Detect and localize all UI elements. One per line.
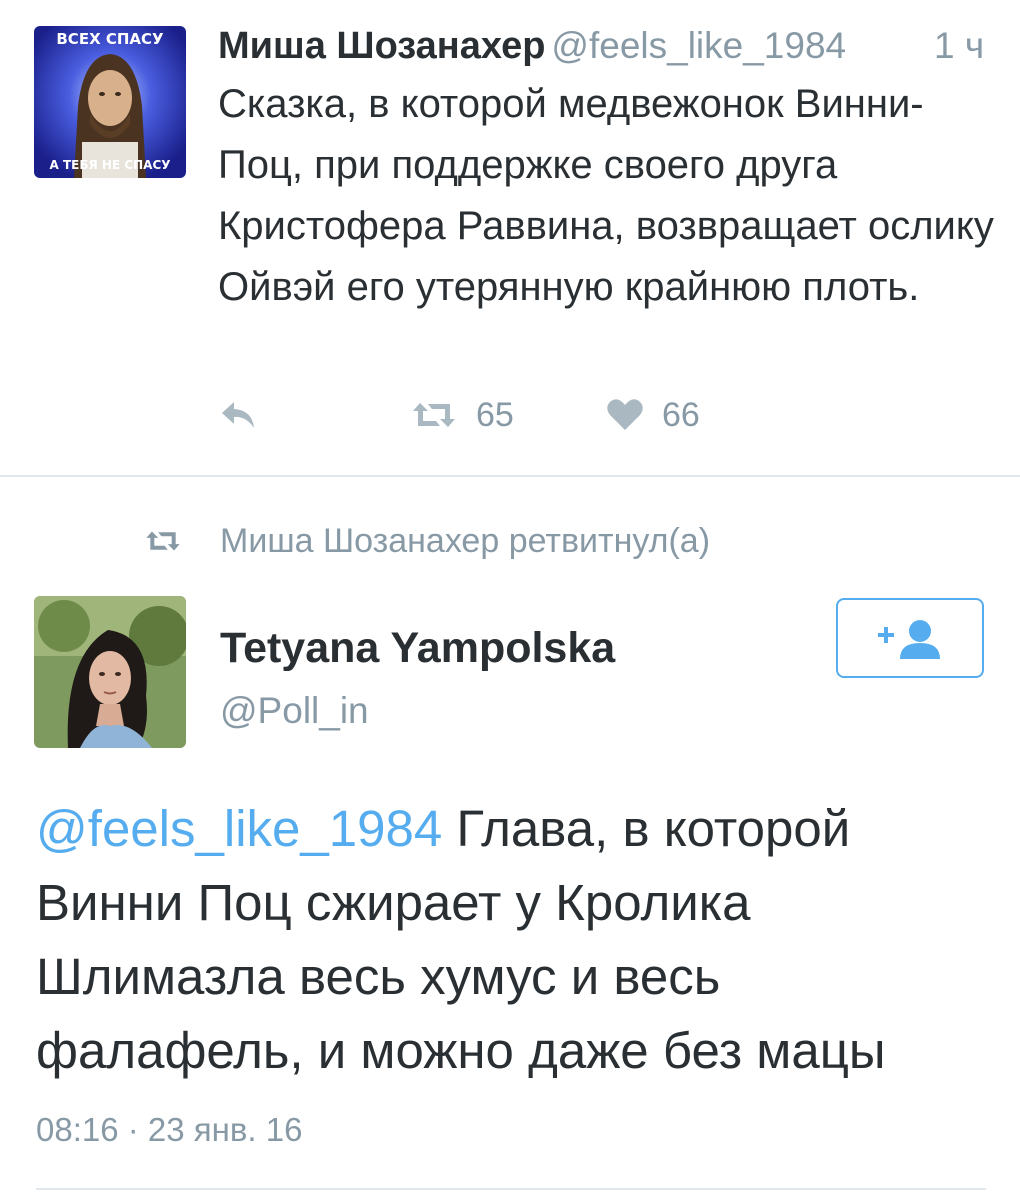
retweet-count: 65 bbox=[476, 395, 514, 434]
author-handle[interactable]: @Poll_in bbox=[220, 686, 369, 736]
author-name[interactable]: Миша Шозанахер bbox=[218, 25, 545, 67]
avatar-caption-bottom: А ТЕБЯ НЕ СПАСУ bbox=[49, 158, 171, 172]
like-count: 66 bbox=[662, 395, 700, 434]
heart-icon bbox=[607, 399, 643, 430]
tweet-divider bbox=[0, 475, 1020, 477]
mention-link[interactable]: @feels_like_1984 bbox=[36, 800, 442, 857]
avatar-image bbox=[34, 596, 186, 748]
retweet-icon bbox=[413, 403, 455, 427]
avatar-misha[interactable]: ВСЕХ СПАСУ А ТЕБЯ НЕ СПАСУ bbox=[34, 26, 186, 178]
avatar-image bbox=[34, 26, 186, 178]
retweet-icon bbox=[146, 531, 180, 551]
tweet-text: @feels_like_1984 Глава, в которой Винни … bbox=[36, 792, 996, 1088]
reply-button[interactable] bbox=[218, 390, 258, 440]
tweet-time[interactable]: 1 ч bbox=[934, 22, 984, 70]
tweet-timestamp[interactable]: 08:16 · 23 янв. 16 bbox=[36, 1108, 302, 1152]
retweet-context-text: Миша Шозанахер ретвитнул(а) bbox=[220, 521, 711, 560]
retweet-context[interactable]: Миша Шозанахер ретвитнул(а) bbox=[144, 516, 710, 566]
tweet-header: Миша Шозанахер @feels_like_1984 bbox=[218, 22, 846, 70]
reply-icon bbox=[222, 402, 254, 428]
tweet-actions: 65 66 bbox=[218, 390, 778, 440]
author-name[interactable]: Tetyana Yampolska bbox=[220, 620, 615, 676]
like-button[interactable]: 66 bbox=[606, 390, 700, 440]
author-handle[interactable]: @feels_like_1984 bbox=[551, 25, 846, 66]
avatar-caption-top: ВСЕХ СПАСУ bbox=[56, 30, 164, 48]
follow-user-icon bbox=[878, 620, 940, 659]
retweet-button[interactable]: 65 bbox=[410, 390, 514, 440]
tweet-divider bbox=[36, 1188, 986, 1190]
tweet-first[interactable]: ВСЕХ СПАСУ А ТЕБЯ НЕ СПАСУ Миша Шозанахе… bbox=[0, 0, 1020, 476]
tweet-text: Сказка, в которой медвежонок Винни-Поц, … bbox=[218, 82, 994, 309]
avatar-tetyana[interactable] bbox=[34, 596, 186, 748]
follow-button[interactable] bbox=[836, 598, 984, 678]
